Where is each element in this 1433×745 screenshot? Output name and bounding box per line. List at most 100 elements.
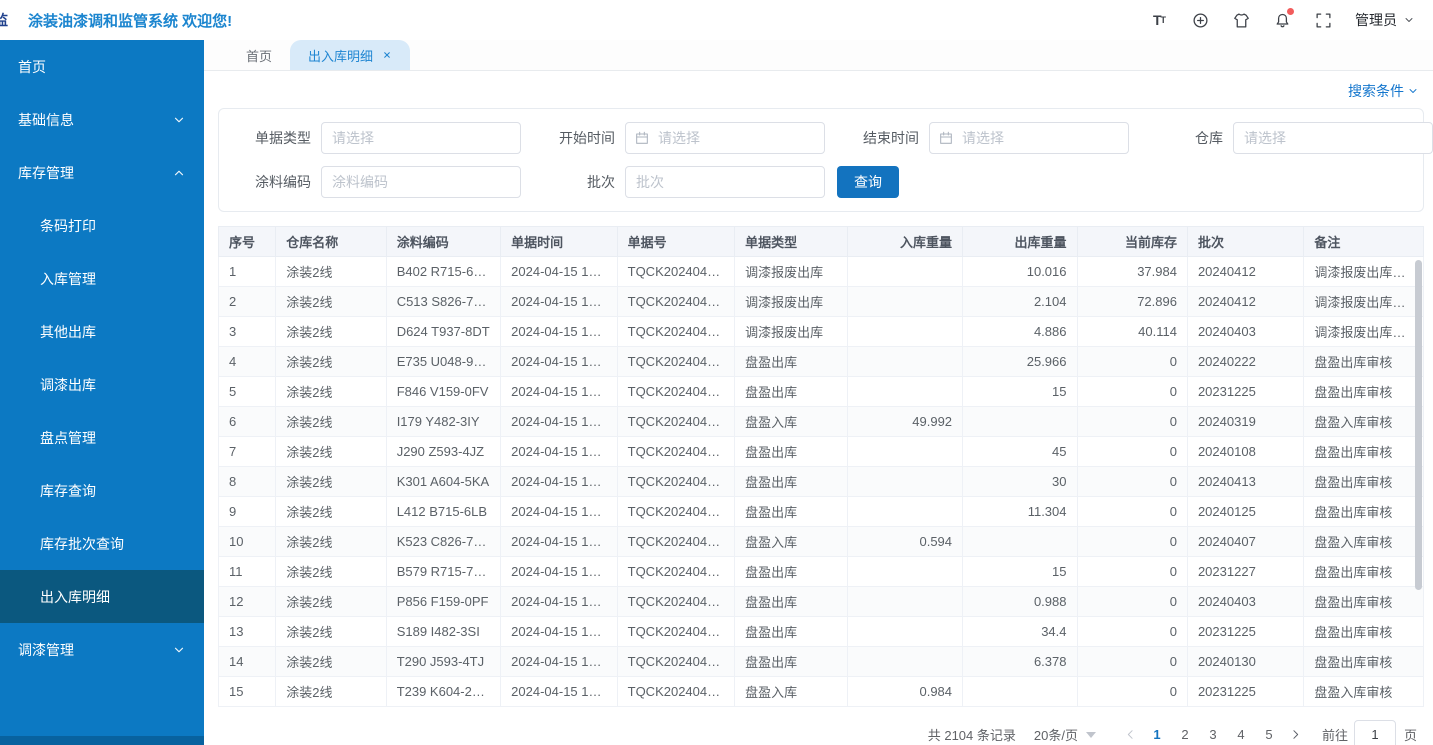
table-cell: 13 — [219, 617, 276, 647]
table-cell: TQCK2024041.... — [617, 617, 734, 647]
doc-type-input[interactable] — [321, 122, 521, 154]
table-cell: 20240407 — [1187, 527, 1303, 557]
table-cell: 20231227 — [1187, 557, 1303, 587]
table-cell: 盘盈出库审核 — [1304, 587, 1424, 617]
table-cell: 盘盈入库审核 — [1304, 527, 1424, 557]
table-cell: 20231225 — [1187, 377, 1303, 407]
table-cell: 2024-04-15 14:... — [501, 377, 617, 407]
table-cell: 4.886 — [963, 317, 1077, 347]
table-row: 1涂装2线B402 R715-6BR2024-04-15 15:...TQCK2… — [219, 257, 1424, 287]
table-cell: 20231225 — [1187, 617, 1303, 647]
sidebar-item-other-outbound[interactable]: 其他出库 — [0, 305, 204, 358]
sidebar-item-label: 其他出库 — [40, 322, 96, 342]
table-cell — [847, 257, 962, 287]
theme-shirt-icon[interactable] — [1232, 11, 1250, 29]
table-cell: 盘盈出库 — [735, 617, 847, 647]
sidebar-item-barcode-print[interactable]: 条码打印 — [0, 199, 204, 252]
warehouse-input[interactable] — [1233, 122, 1433, 154]
table-cell: 0 — [1077, 347, 1187, 377]
sidebar-item-paint-outbound[interactable]: 调漆出库 — [0, 358, 204, 411]
table-cell: TQCK2024041.... — [617, 257, 734, 287]
column-header: 入库重量 — [847, 227, 962, 257]
tab-home[interactable]: 首页 — [228, 40, 290, 70]
paint-code-input[interactable] — [321, 166, 521, 198]
table-cell: S189 I482-3SI — [386, 617, 500, 647]
table-cell: 0 — [1077, 677, 1187, 707]
table-cell: 2 — [219, 287, 276, 317]
table-cell: 盘盈出库 — [735, 557, 847, 587]
sidebar-item-in-out-detail[interactable]: 出入库明细 — [0, 570, 204, 623]
batch-input[interactable] — [625, 166, 825, 198]
goto-page-input[interactable] — [1354, 720, 1396, 745]
start-time-input[interactable] — [625, 122, 825, 154]
table-cell: 2024-04-15 14:... — [501, 497, 617, 527]
table-cell: 盘盈出库审核 — [1304, 497, 1424, 527]
table-cell: 涂装2线 — [276, 647, 386, 677]
tab-in-out-detail[interactable]: 出入库明细 — [290, 40, 410, 70]
page-number-4[interactable]: 4 — [1227, 721, 1255, 745]
table-cell: 20240403 — [1187, 317, 1303, 347]
table-row: 15涂装2线T239 K604-2RH2024-04-15 14:...TQCK… — [219, 677, 1424, 707]
page-number-1[interactable]: 1 — [1143, 721, 1171, 745]
table-cell: 20240125 — [1187, 497, 1303, 527]
sidebar-item-inbound-mgmt[interactable]: 入库管理 — [0, 252, 204, 305]
user-menu[interactable]: 管理员 — [1355, 10, 1415, 30]
page-size-select[interactable]: 20条/页 — [1034, 725, 1096, 744]
table-cell: C513 S826-7CS — [386, 287, 500, 317]
table-cell: 11.304 — [963, 497, 1077, 527]
search-toggle-label: 搜索条件 — [1348, 81, 1404, 101]
page-suffix: 页 — [1404, 725, 1417, 744]
goto-label: 前往 — [1322, 725, 1348, 744]
table-cell: 涂装2线 — [276, 347, 386, 377]
chevron-down-icon — [1407, 85, 1419, 97]
column-header: 批次 — [1187, 227, 1303, 257]
search-field-label: 涂料编码 — [229, 172, 311, 192]
fullscreen-icon[interactable] — [1314, 11, 1332, 29]
table-cell — [847, 287, 962, 317]
table-row: 9涂装2线L412 B715-6LB2024-04-15 14:...TQCK2… — [219, 497, 1424, 527]
page-number-5[interactable]: 5 — [1255, 721, 1283, 745]
circle-plus-icon[interactable] — [1191, 11, 1209, 29]
table-row: 12涂装2线P856 F159-0PF2024-04-15 14:...TQCK… — [219, 587, 1424, 617]
page-number-2[interactable]: 2 — [1171, 721, 1199, 745]
table-cell: 3 — [219, 317, 276, 347]
table-cell: 涂装2线 — [276, 527, 386, 557]
table-cell: 涂装2线 — [276, 407, 386, 437]
caret-down-icon — [1086, 732, 1096, 738]
table-cell: TQCK2024041.... — [617, 677, 734, 707]
search-condition-toggle[interactable]: 搜索条件 — [204, 71, 1433, 108]
next-page-button[interactable] — [1283, 728, 1308, 741]
page-number-3[interactable]: 3 — [1199, 721, 1227, 745]
close-icon[interactable] — [382, 50, 392, 60]
sidebar-item-home[interactable]: 首页 — [0, 40, 204, 93]
notification-bell-icon[interactable] — [1273, 11, 1291, 29]
table-cell: 72.896 — [1077, 287, 1187, 317]
font-size-icon[interactable]: TT — [1150, 11, 1168, 29]
table-cell: 涂装2线 — [276, 677, 386, 707]
query-button[interactable]: 查询 — [837, 166, 899, 198]
main-content: 首页出入库明细 搜索条件 单据类型开始时间结束时间仓库 涂料编码批次查询 序号仓… — [204, 40, 1433, 745]
sidebar-item-stock-batch-query[interactable]: 库存批次查询 — [0, 517, 204, 570]
sidebar-item-paint-mgmt[interactable]: 调漆管理 — [0, 623, 204, 676]
table-cell: 调漆报废出库审核 — [1304, 257, 1424, 287]
vertical-scrollbar[interactable] — [1415, 260, 1422, 590]
sidebar-item-stocktake-mgmt[interactable]: 盘点管理 — [0, 411, 204, 464]
sidebar-item-inventory-mgmt[interactable]: 库存管理 — [0, 146, 204, 199]
prev-page-button[interactable] — [1118, 728, 1143, 741]
sidebar-item-basic-info[interactable]: 基础信息 — [0, 93, 204, 146]
search-field-batch: 批次 — [533, 166, 837, 198]
table-cell: T239 K604-2RH — [386, 677, 500, 707]
table-cell: TQCK2024041.... — [617, 317, 734, 347]
sidebar-item-label: 库存查询 — [40, 481, 96, 501]
table-cell: 盘盈入库 — [735, 677, 847, 707]
sidebar-item-stock-query[interactable]: 库存查询 — [0, 464, 204, 517]
table-cell — [847, 587, 962, 617]
table-cell: 涂装2线 — [276, 617, 386, 647]
table-cell: 20240108 — [1187, 437, 1303, 467]
search-field-start-time: 开始时间 — [533, 122, 837, 154]
table-cell: 涂装2线 — [276, 557, 386, 587]
table-cell: TQCK2024041.... — [617, 527, 734, 557]
table-cell: 盘盈出库 — [735, 647, 847, 677]
end-time-input[interactable] — [929, 122, 1129, 154]
table-body: 1涂装2线B402 R715-6BR2024-04-15 15:...TQCK2… — [219, 257, 1424, 707]
